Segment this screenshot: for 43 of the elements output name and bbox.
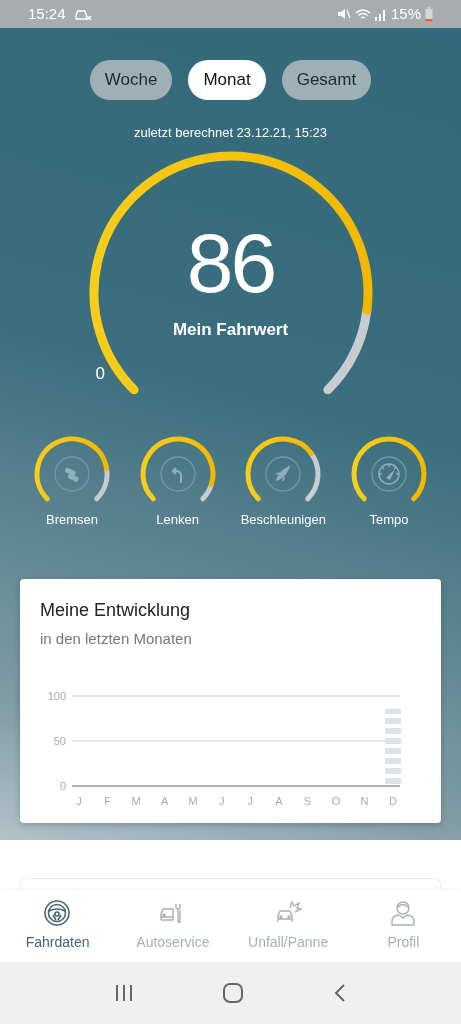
rocket-icon bbox=[265, 455, 301, 492]
speedometer-icon bbox=[371, 455, 407, 492]
clock-time: 15:24 bbox=[28, 3, 66, 24]
x-tick-label: A bbox=[275, 794, 283, 807]
battery-icon bbox=[425, 6, 433, 22]
x-tick-label: M bbox=[131, 794, 141, 807]
category-label: Lenken bbox=[156, 510, 199, 529]
x-tick-label: D bbox=[389, 794, 397, 807]
last-calculated-text: zuletzt berechnet 23.12.21, 15:23 bbox=[133, 124, 328, 142]
x-tick-label: J bbox=[247, 794, 253, 807]
signal-icon bbox=[374, 7, 387, 21]
recent-apps-icon[interactable] bbox=[114, 984, 135, 1002]
x-tick-label: A bbox=[160, 794, 169, 807]
period-tab[interactable]: Gesamt bbox=[281, 60, 372, 100]
period-tab[interactable]: Woche bbox=[89, 60, 173, 100]
category-label: Bremsen bbox=[46, 510, 98, 529]
score-label: Mein Fahrwert bbox=[171, 318, 290, 341]
y-tick-label: 0 bbox=[59, 779, 66, 792]
x-tick-label: S bbox=[303, 794, 312, 807]
x-tick-label: J bbox=[76, 794, 82, 807]
wifi-icon bbox=[354, 7, 371, 21]
x-tick-label: O bbox=[331, 794, 341, 807]
battery-percentage: 15% bbox=[390, 3, 421, 24]
person-icon bbox=[389, 899, 417, 927]
gauge-min-label: 0 bbox=[95, 362, 105, 385]
period-tab[interactable]: Monat bbox=[188, 60, 266, 100]
x-tick-label: M bbox=[188, 794, 198, 807]
card-title: Meine Entwicklung bbox=[40, 599, 192, 622]
home-icon[interactable] bbox=[222, 982, 245, 1004]
y-tick-label: 50 bbox=[53, 734, 66, 747]
x-tick-label: F bbox=[104, 794, 111, 807]
y-tick-label: 100 bbox=[47, 689, 66, 702]
x-tick-label: N bbox=[360, 794, 369, 807]
mute-icon bbox=[336, 7, 351, 21]
category-label: Beschleunigen bbox=[240, 510, 326, 529]
steering-wheel-icon bbox=[44, 899, 72, 927]
back-icon[interactable] bbox=[332, 983, 347, 1003]
score-value: 86 bbox=[185, 220, 276, 305]
category-label: Tempo bbox=[369, 510, 409, 529]
x-tick-label: J bbox=[219, 794, 225, 807]
car-off-icon bbox=[73, 7, 92, 21]
card-subtitle: in den letzten Monaten bbox=[40, 629, 193, 649]
nav-tab[interactable]: Fahrdaten bbox=[0, 899, 116, 953]
